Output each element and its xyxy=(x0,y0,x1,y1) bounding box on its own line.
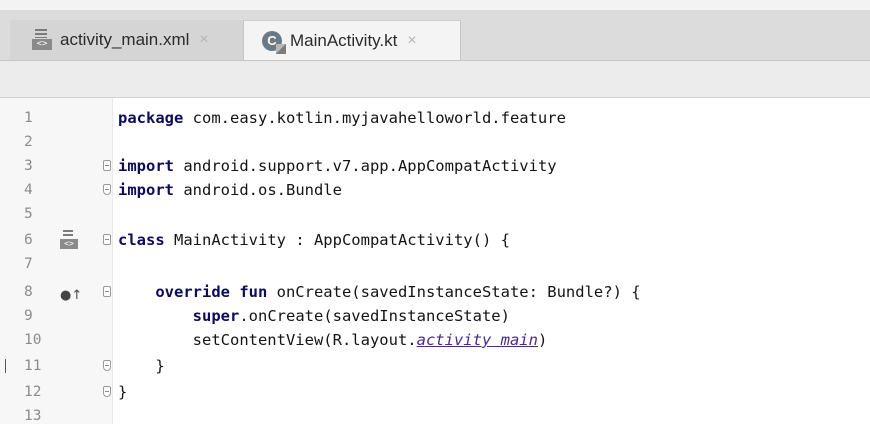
breadcrumb-bar xyxy=(0,61,870,98)
line-number: 11 xyxy=(24,358,42,374)
window-top-strip xyxy=(0,0,870,10)
code-text: } xyxy=(118,383,128,401)
line-number: 1 xyxy=(24,110,33,126)
code-text: import android.support.v7.app.AppCompatA… xyxy=(118,157,557,175)
tab-label: activity_main.xml xyxy=(60,30,190,49)
code-line[interactable]: 7 xyxy=(0,252,870,276)
line-number: 8 xyxy=(24,284,33,300)
code-text: override fun onCreate(savedInstanceState… xyxy=(155,283,641,301)
code-line[interactable]: 6 <> class MainActivity : AppCompatActiv… xyxy=(0,228,870,252)
close-icon[interactable]: × xyxy=(407,32,416,50)
tab-activity-main-xml[interactable]: <> activity_main.xml × xyxy=(10,20,244,60)
code-line[interactable]: 8 ●↑ override fun onCreate(savedInstance… xyxy=(0,280,870,304)
kotlin-class-icon: C xyxy=(262,30,286,54)
code-text: super.onCreate(savedInstanceState) xyxy=(192,307,510,325)
line-number: 6 xyxy=(24,232,33,248)
code-line[interactable]: 1 package com.easy.kotlin.myjavahellowor… xyxy=(0,106,870,130)
code-line[interactable]: 3 import android.support.v7.app.AppCompa… xyxy=(0,154,870,178)
code-text: class MainActivity : AppCompatActivity()… xyxy=(118,231,510,249)
close-icon[interactable]: × xyxy=(199,31,208,49)
text-caret xyxy=(5,359,6,373)
fold-start-icon[interactable] xyxy=(103,160,111,171)
line-number: 5 xyxy=(24,206,33,222)
code-editor[interactable]: 1 package com.easy.kotlin.myjavahellowor… xyxy=(0,98,870,424)
code-line[interactable]: 4 import android.os.Bundle xyxy=(0,178,870,202)
code-line[interactable]: 5 xyxy=(0,202,870,226)
code-line[interactable]: 10 setContentView(R.layout.activity main… xyxy=(0,328,870,352)
code-line[interactable]: 13 xyxy=(0,404,870,428)
line-number: 9 xyxy=(24,308,33,324)
xml-file-icon: <> xyxy=(32,29,52,51)
code-line[interactable]: 9 super.onCreate(savedInstanceState) xyxy=(0,304,870,328)
line-number: 10 xyxy=(24,332,42,348)
tab-label: MainActivity.kt xyxy=(290,30,398,50)
code-text: setContentView(R.layout.activity main) xyxy=(118,331,548,349)
line-number: 4 xyxy=(24,182,33,198)
code-line[interactable]: 2 xyxy=(0,130,870,154)
related-xml-icon[interactable]: <> xyxy=(60,230,78,250)
tab-main-activity-kt[interactable]: C MainActivity.kt × xyxy=(244,20,461,60)
code-text: } xyxy=(118,357,165,375)
line-number: 12 xyxy=(24,384,42,400)
line-number: 2 xyxy=(24,134,33,150)
fold-start-icon[interactable] xyxy=(103,234,111,245)
fold-start-icon[interactable] xyxy=(103,286,111,297)
fold-end-icon[interactable] xyxy=(103,360,111,371)
code-line[interactable]: 11 } xyxy=(0,354,870,378)
code-line[interactable]: 12 } xyxy=(0,380,870,404)
line-number: 13 xyxy=(24,408,42,424)
line-number: 3 xyxy=(24,158,33,174)
fold-end-icon[interactable] xyxy=(103,386,111,397)
code-text: import android.os.Bundle xyxy=(118,181,342,199)
editor-tab-bar: <> activity_main.xml × C MainActivity.kt… xyxy=(0,10,870,61)
line-number: 7 xyxy=(24,256,33,272)
fold-end-icon[interactable] xyxy=(103,184,111,195)
code-text: package com.easy.kotlin.myjavahelloworld… xyxy=(118,109,566,127)
